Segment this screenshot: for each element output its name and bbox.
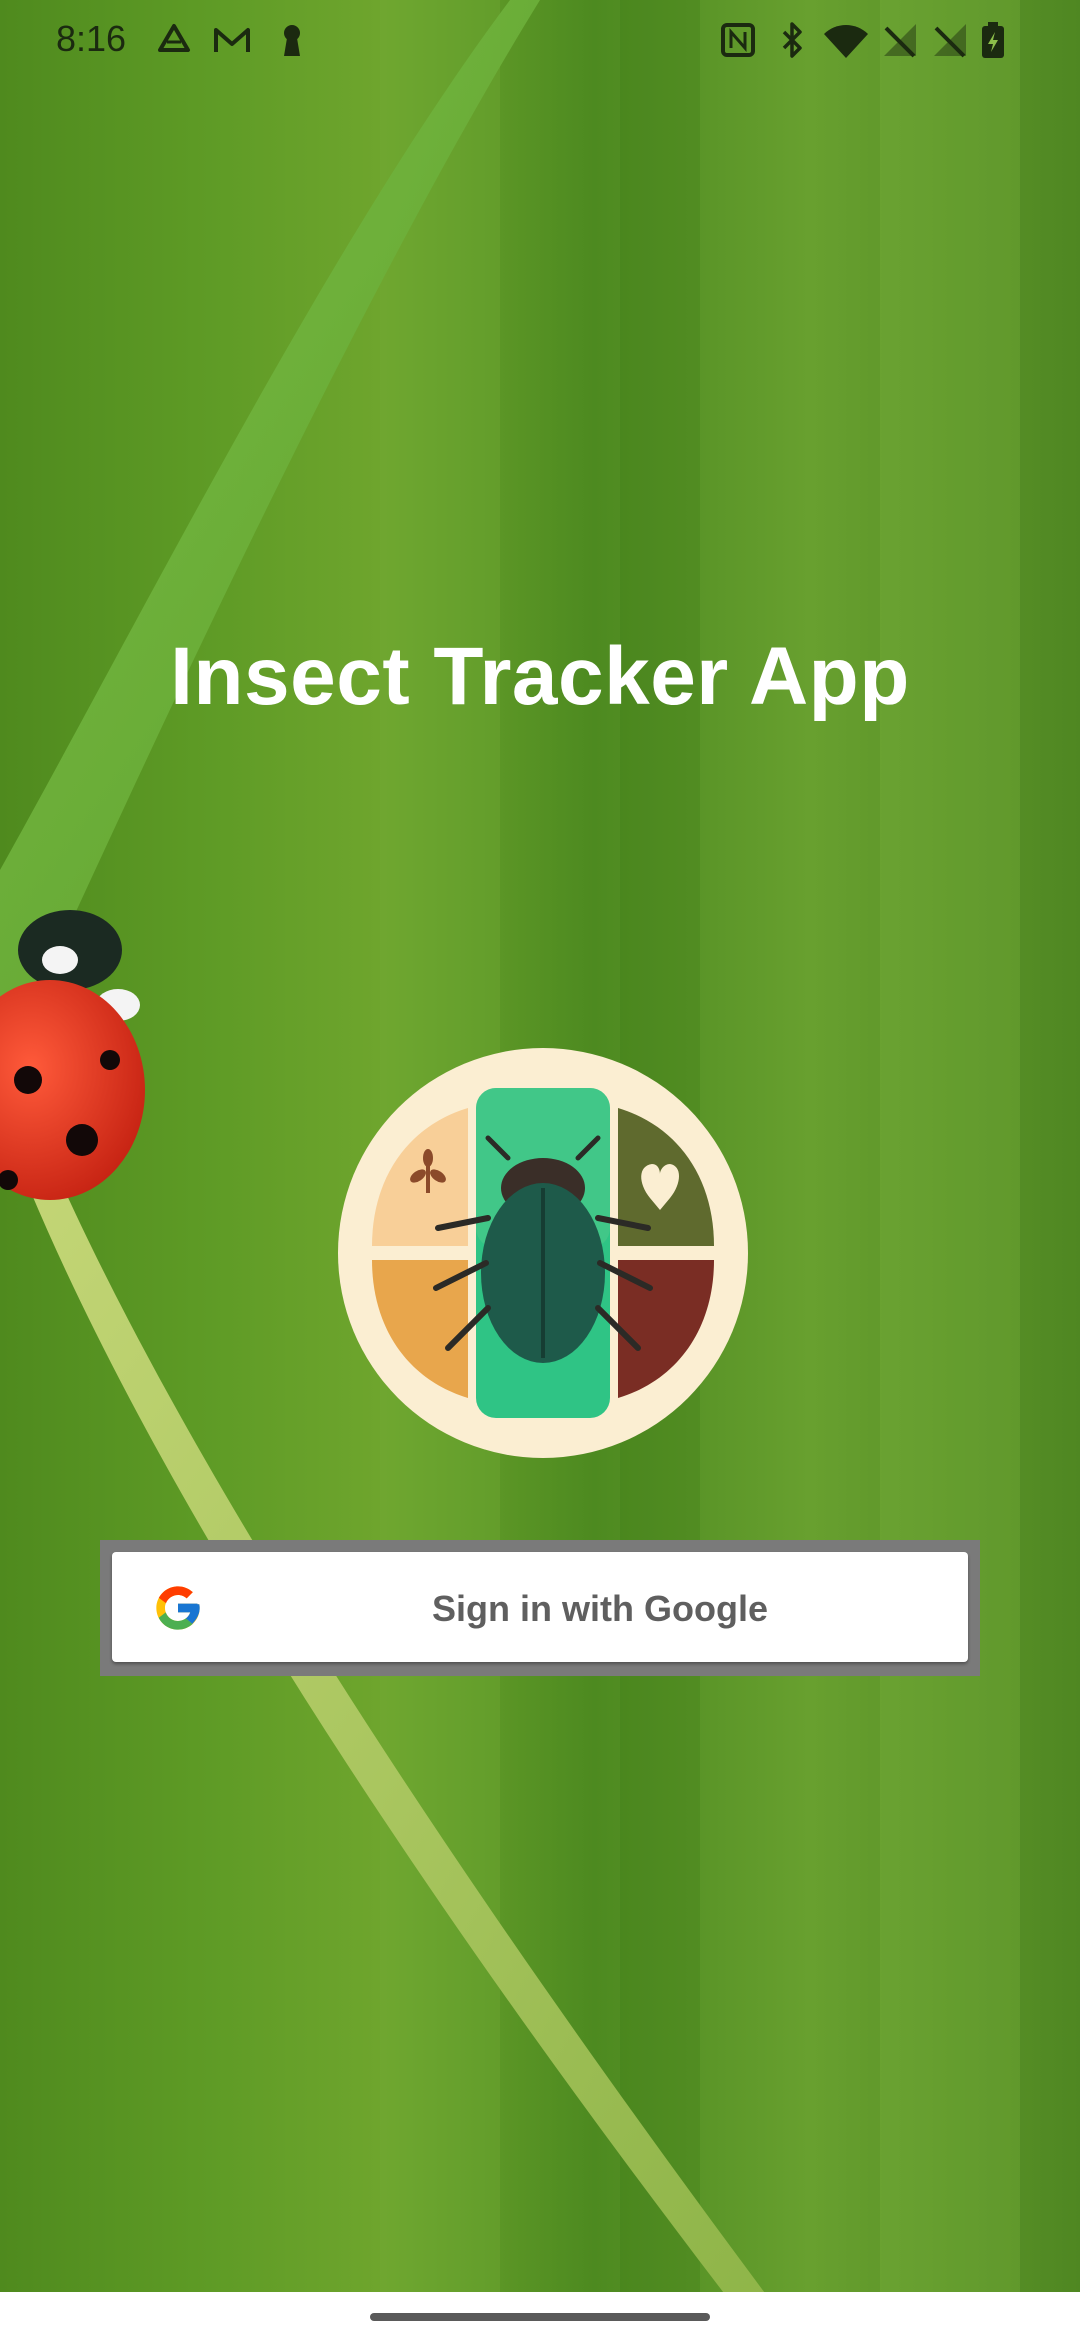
no-signal-icon — [884, 24, 916, 58]
battery-charging-icon — [982, 22, 1004, 58]
drive-icon — [158, 24, 190, 52]
login-screen: 8:16 Insect Tracker App Sign in with Goo… — [0, 0, 1080, 2340]
app-title: Insect Tracker App — [170, 631, 910, 722]
google-signin-button[interactable]: Sign in with Google — [112, 1552, 968, 1662]
status-bar: 8:16 — [0, 0, 1080, 80]
signin-button-frame: Sign in with Google — [100, 1540, 980, 1676]
signin-label: Sign in with Google — [432, 1588, 768, 1629]
nfc-icon — [721, 23, 755, 57]
navigation-bar — [0, 2292, 1080, 2340]
wifi-icon — [824, 25, 868, 58]
ladybug-image — [0, 910, 145, 1200]
status-time: 8:16 — [56, 18, 127, 59]
insect-tracker-logo — [338, 1048, 748, 1458]
gmail-icon — [214, 28, 250, 52]
no-signal-icon — [934, 24, 966, 58]
bluetooth-icon — [782, 22, 802, 58]
home-gesture-handle[interactable] — [370, 2313, 710, 2321]
google-icon — [156, 1586, 200, 1630]
keyhole-icon — [284, 25, 300, 56]
